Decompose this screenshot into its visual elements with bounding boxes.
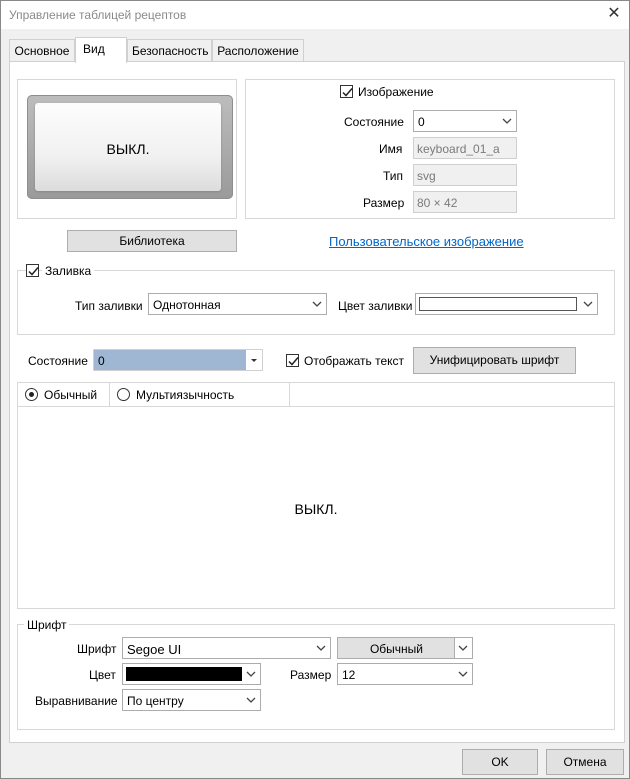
tab-basic[interactable]: Основное — [9, 39, 75, 61]
check-icon — [288, 357, 299, 366]
font-size-value: 12 — [342, 668, 356, 682]
tab-label: Вид — [83, 42, 105, 56]
text-preview: ВЫКЛ. — [294, 501, 338, 517]
size-label: Размер — [363, 196, 405, 210]
mode-bar-divider — [17, 406, 615, 407]
show-text-label: Отображать текст — [304, 354, 405, 368]
fill-type-select[interactable]: Однотонная — [148, 293, 327, 315]
fill-checkbox[interactable] — [26, 264, 39, 277]
text-state-label: Состояние — [28, 354, 88, 368]
custom-image-link[interactable]: Пользовательское изображение — [329, 234, 524, 249]
text-preview-box — [17, 382, 615, 609]
check-icon — [28, 267, 39, 276]
check-icon — [342, 88, 353, 97]
text-state-value: 0 — [98, 354, 105, 368]
image-checkbox-label: Изображение — [358, 85, 434, 99]
chevron-down-icon — [458, 645, 468, 651]
image-name-value: keyboard_01_a — [417, 142, 500, 156]
name-label: Имя — [379, 142, 403, 156]
window-title: Управление таблицей рецептов — [9, 8, 187, 22]
font-family-select[interactable]: Segoe UI — [122, 637, 331, 659]
title-bar: Управление таблицей рецептов ✕ — [1, 1, 629, 29]
font-family-value: Segoe UI — [127, 642, 182, 657]
dialog-window: Управление таблицей рецептов ✕ Основное … — [0, 0, 630, 779]
mode-divider — [289, 382, 290, 407]
tab-label: Основное — [14, 44, 70, 58]
image-size-field: 80 × 42 — [413, 191, 517, 213]
chevron-down-icon — [246, 671, 256, 677]
color-label: Цвет — [89, 668, 116, 682]
ok-button[interactable]: OK — [462, 749, 538, 775]
font-label: Шрифт — [77, 642, 117, 656]
fill-type-value: Однотонная — [153, 298, 221, 312]
font-group-title: Шрифт — [24, 618, 70, 632]
chevron-down-icon — [246, 697, 256, 703]
state-label: Состояние — [344, 115, 404, 129]
mode-normal-radio[interactable] — [25, 388, 38, 401]
show-text-checkbox[interactable] — [286, 354, 299, 367]
alignment-value: По центру — [127, 694, 184, 708]
tab-layout[interactable]: Расположение — [212, 39, 304, 61]
mode-multilang-radio[interactable] — [117, 388, 130, 401]
font-color-swatch — [126, 667, 242, 681]
tab-label: Расположение — [217, 44, 299, 58]
font-style-select[interactable]: Обычный — [337, 637, 473, 659]
library-button[interactable]: Библиотека — [67, 230, 237, 252]
text-state-select[interactable]: 0 — [93, 349, 263, 371]
image-state-value: 0 — [418, 115, 425, 129]
cancel-button[interactable]: Отмена — [546, 749, 624, 775]
chevron-down-icon — [458, 671, 468, 677]
chevron-down-icon — [583, 301, 593, 307]
mode-divider — [109, 382, 110, 407]
text-state-highlight — [94, 350, 246, 370]
fill-color-label: Цвет заливки — [338, 299, 413, 313]
alignment-select[interactable]: По центру — [122, 689, 261, 711]
font-color-select[interactable] — [122, 663, 261, 685]
fill-group-title: Заливка — [42, 264, 95, 278]
radio-dot — [29, 392, 34, 397]
chevron-down-icon — [312, 301, 322, 307]
font-style-value: Обычный — [369, 642, 424, 656]
type-label: Тип — [383, 169, 404, 183]
unify-font-button[interactable]: Унифицировать шрифт — [413, 347, 576, 374]
fill-color-select[interactable] — [415, 293, 598, 315]
image-size-value: 80 × 42 — [417, 196, 458, 210]
chevron-down-icon — [316, 645, 326, 651]
button-preview-text: ВЫКЛ. — [106, 141, 150, 157]
font-size-label: Размер — [290, 668, 332, 682]
fill-color-swatch — [419, 297, 577, 311]
mode-normal-label: Обычный — [44, 388, 98, 402]
image-name-field: keyboard_01_a — [413, 137, 517, 159]
tab-label: Безопасность — [132, 44, 209, 58]
image-type-field: svg — [413, 164, 517, 186]
tab-view[interactable]: Вид — [75, 37, 127, 63]
alignment-label: Выравнивание — [35, 694, 118, 708]
font-size-select[interactable]: 12 — [337, 663, 473, 685]
chevron-down-icon — [502, 118, 512, 124]
fill-type-label: Тип заливки — [75, 299, 143, 313]
tab-security[interactable]: Безопасность — [127, 39, 212, 61]
mode-multilang-label: Мультиязычность — [136, 388, 235, 402]
image-state-select[interactable]: 0 — [413, 110, 517, 132]
image-type-value: svg — [417, 169, 436, 183]
image-checkbox[interactable] — [340, 85, 353, 98]
close-icon[interactable]: ✕ — [601, 3, 627, 25]
caret-down-icon — [251, 359, 257, 362]
